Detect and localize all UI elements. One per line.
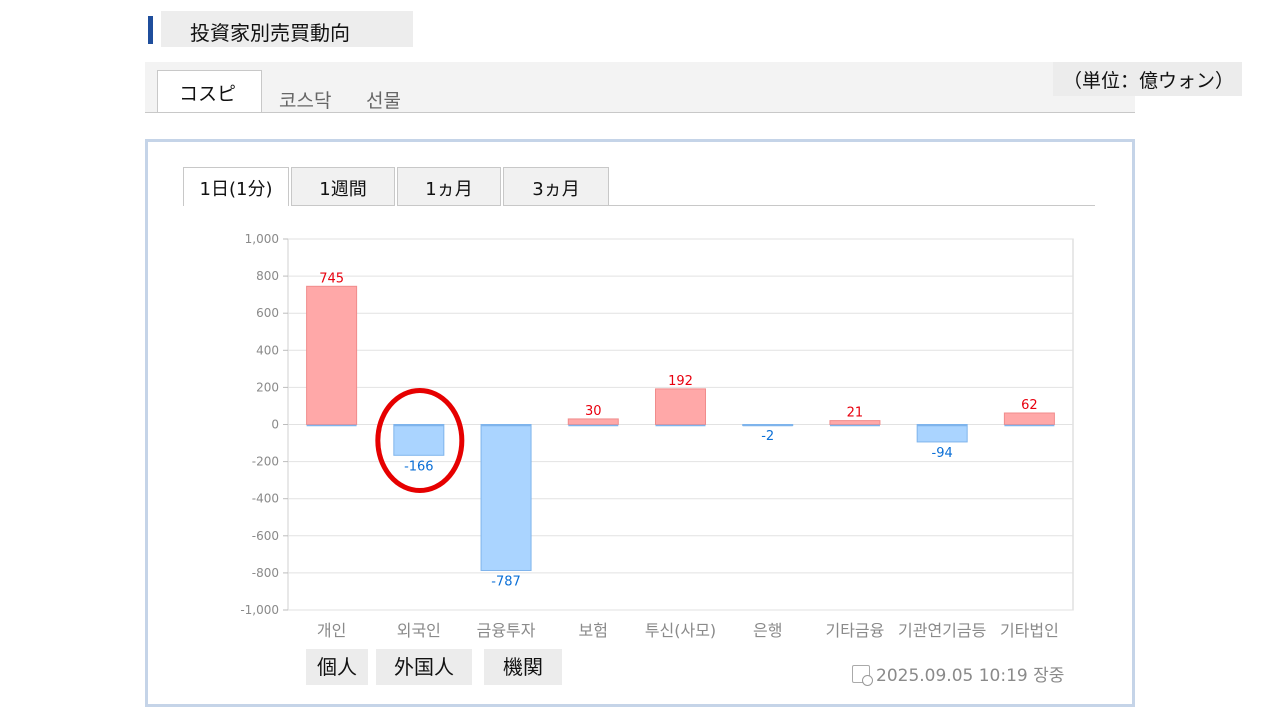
bar — [1003, 412, 1055, 425]
y-tick-label: -200 — [252, 455, 279, 469]
data-label: 745 — [319, 271, 344, 286]
data-label: 62 — [1021, 398, 1038, 413]
bar — [829, 420, 881, 425]
data-label: -2 — [761, 429, 774, 444]
bar — [567, 418, 619, 425]
x-tick-label: 보험 — [579, 621, 608, 640]
x-tick-label: 은행 — [753, 621, 782, 640]
data-label: -166 — [404, 459, 434, 474]
clock-icon — [852, 665, 873, 686]
data-label: -94 — [932, 446, 953, 461]
bar — [655, 388, 706, 426]
x-tick-label: 개인 — [317, 621, 346, 640]
y-tick-label: -400 — [252, 492, 279, 506]
bar — [916, 424, 968, 443]
y-tick-label: -1,000 — [240, 603, 279, 617]
category-institution: 機関 — [484, 649, 562, 685]
x-tick-label: 외국인 — [397, 621, 441, 640]
x-tick-label: 기타금융 — [825, 621, 884, 640]
x-tick-label: 기관연기금등 — [898, 621, 986, 640]
x-tick-label: 기타법인 — [1000, 621, 1059, 640]
x-tick-label: 금융투자 — [477, 621, 536, 640]
y-tick-label: 400 — [256, 343, 279, 357]
data-label: -787 — [491, 574, 521, 589]
y-tick-label: 200 — [256, 380, 279, 394]
y-tick-label: 0 — [271, 418, 279, 432]
timestamp: 2025.09.05 10:19 장중 — [852, 661, 1064, 686]
y-tick-label: 1,000 — [245, 232, 279, 246]
data-label: 192 — [668, 374, 693, 389]
category-individual: 個人 — [306, 649, 368, 685]
data-label: 30 — [585, 404, 602, 419]
bar — [480, 424, 532, 571]
bar — [393, 424, 445, 456]
investor-bar-chart: 1,000 800 600 400 200 0 -200 -400 -600 -800 -1,000… — [240, 232, 1074, 640]
y-tick-label: -600 — [252, 529, 279, 543]
y-tick-label: -800 — [252, 566, 279, 580]
x-tick-label: 투신(사모) — [645, 621, 716, 640]
y-tick-label: 800 — [256, 269, 279, 283]
bar — [306, 285, 358, 425]
category-foreign: 外国人 — [376, 649, 472, 685]
y-tick-label: 600 — [256, 306, 279, 320]
data-label: 21 — [847, 406, 864, 421]
timestamp-text: 2025.09.05 10:19 장중 — [876, 666, 1065, 686]
